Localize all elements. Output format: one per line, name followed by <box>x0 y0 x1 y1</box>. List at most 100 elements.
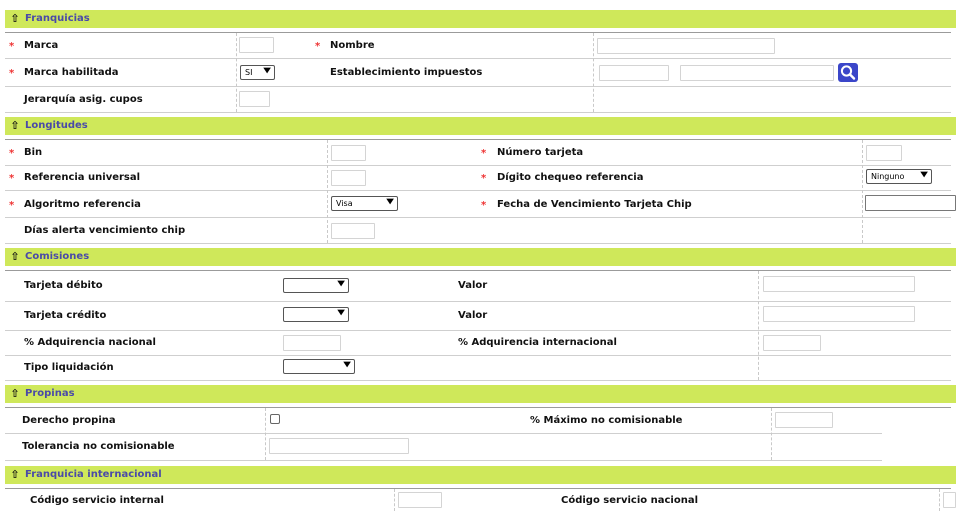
marca-input[interactable] <box>239 37 274 53</box>
divider <box>5 407 951 408</box>
column-divider <box>862 140 863 243</box>
section-header-franquicia-internacional[interactable]: ⇧ Franquicia internacional <box>5 466 956 484</box>
tolerancia-label: Tolerancia no comisionable <box>22 441 175 452</box>
required-mark: * <box>9 148 15 159</box>
valor-label: Valor <box>458 310 488 321</box>
dias-alerta-input[interactable] <box>331 223 375 239</box>
chevron-down-icon: ▼ <box>920 170 928 179</box>
bin-label: Bin <box>24 147 43 158</box>
dias-alerta-label: Días alerta vencimiento chip <box>24 225 186 236</box>
divider <box>5 112 951 113</box>
codigo-nacional-input[interactable] <box>943 492 956 508</box>
jerarquia-label: Jerarquía asig. cupos <box>24 94 143 105</box>
establecimiento-name-input[interactable] <box>680 65 834 81</box>
algoritmo-label: Algoritmo referencia <box>24 199 141 210</box>
column-divider <box>771 408 772 460</box>
search-button[interactable] <box>838 63 858 82</box>
select-value: Visa <box>336 199 353 208</box>
fecha-vencimiento-input[interactable] <box>865 195 956 211</box>
derecho-propina-checkbox[interactable] <box>270 414 280 424</box>
section-title: Comisiones <box>25 251 90 262</box>
required-mark: * <box>315 41 321 52</box>
tolerancia-input[interactable] <box>269 438 409 454</box>
chevron-down-icon: ▼ <box>343 360 351 369</box>
marca-label: Marca <box>24 40 59 51</box>
marca-habilitada-label: Marca habilitada <box>24 67 119 78</box>
chevron-down-icon: ▼ <box>386 197 394 206</box>
tarjeta-credito-select[interactable]: ▼ <box>283 307 349 322</box>
numero-tarjeta-label: Número tarjeta <box>497 147 584 158</box>
digito-label: Dígito chequeo referencia <box>497 172 644 183</box>
required-mark: * <box>9 68 15 79</box>
numero-tarjeta-input[interactable] <box>866 145 902 161</box>
divider <box>5 58 951 59</box>
section-header-longitudes[interactable]: ⇧ Longitudes <box>5 117 956 135</box>
column-divider <box>236 33 237 112</box>
codigo-internal-label: Código servicio internal <box>30 495 164 506</box>
algoritmo-select[interactable]: Visa ▼ <box>331 196 398 211</box>
fecha-vencimiento-label: Fecha de Vencimiento Tarjeta Chip <box>497 199 692 210</box>
required-mark: * <box>481 173 487 184</box>
required-mark: * <box>481 148 487 159</box>
divider <box>5 165 951 166</box>
section-title: Longitudes <box>25 120 88 131</box>
select-value: Ninguno <box>871 172 905 181</box>
marca-habilitada-select[interactable]: SI ▼ <box>240 65 275 80</box>
adq-internacional-input[interactable] <box>763 335 821 351</box>
section-header-comisiones[interactable]: ⇧ Comisiones <box>5 248 956 266</box>
chevron-down-icon: ▼ <box>263 66 271 75</box>
arrow-up-icon[interactable]: ⇧ <box>8 387 22 401</box>
chevron-down-icon: ▼ <box>337 308 345 317</box>
column-divider <box>327 140 328 243</box>
maximo-no-comisionable-label: % Máximo no comisionable <box>530 415 683 426</box>
section-title: Franquicias <box>25 13 90 24</box>
required-mark: * <box>481 200 487 211</box>
maximo-no-comisionable-input[interactable] <box>775 412 833 428</box>
valor-debito-input[interactable] <box>763 276 915 292</box>
required-mark: * <box>9 41 15 52</box>
adq-internacional-label: % Adquirencia internacional <box>458 337 617 348</box>
section-header-propinas[interactable]: ⇧ Propinas <box>5 385 956 403</box>
nombre-input[interactable] <box>597 38 775 54</box>
valor-credito-input[interactable] <box>763 306 915 322</box>
divider <box>5 488 951 489</box>
select-value: SI <box>245 68 253 77</box>
tarjeta-debito-select[interactable]: ▼ <box>283 278 349 293</box>
section-title: Propinas <box>25 388 75 399</box>
chevron-down-icon: ▼ <box>337 279 345 288</box>
bin-input[interactable] <box>331 145 366 161</box>
divider <box>5 86 951 87</box>
arrow-up-icon[interactable]: ⇧ <box>8 250 22 264</box>
divider <box>5 433 882 434</box>
divider <box>5 355 951 356</box>
tipo-liquidacion-select[interactable]: ▼ <box>283 359 355 374</box>
column-divider <box>265 408 266 460</box>
column-divider <box>394 489 395 511</box>
column-divider <box>939 489 940 511</box>
arrow-up-icon[interactable]: ⇧ <box>8 468 22 482</box>
divider <box>5 460 882 461</box>
adq-nacional-input[interactable] <box>283 335 341 351</box>
divider <box>5 139 951 140</box>
tarjeta-debito-label: Tarjeta débito <box>24 280 103 291</box>
tipo-liquidacion-label: Tipo liquidación <box>24 362 114 373</box>
required-mark: * <box>9 200 15 211</box>
divider <box>5 217 951 218</box>
divider <box>5 270 951 271</box>
valor-label: Valor <box>458 280 488 291</box>
codigo-internal-input[interactable] <box>398 492 442 508</box>
digito-select[interactable]: Ninguno ▼ <box>866 169 932 184</box>
establecimiento-code-input[interactable] <box>599 65 669 81</box>
jerarquia-input[interactable] <box>239 91 270 107</box>
divider <box>5 243 951 244</box>
divider <box>5 330 951 331</box>
arrow-up-icon[interactable]: ⇧ <box>8 12 22 26</box>
divider <box>5 380 951 381</box>
column-divider <box>758 271 759 380</box>
section-header-franquicias[interactable]: ⇧ Franquicias <box>5 10 956 28</box>
referencia-universal-input[interactable] <box>331 170 366 186</box>
arrow-up-icon[interactable]: ⇧ <box>8 119 22 133</box>
search-icon <box>840 65 856 80</box>
nombre-label: Nombre <box>330 40 375 51</box>
referencia-universal-label: Referencia universal <box>24 172 141 183</box>
